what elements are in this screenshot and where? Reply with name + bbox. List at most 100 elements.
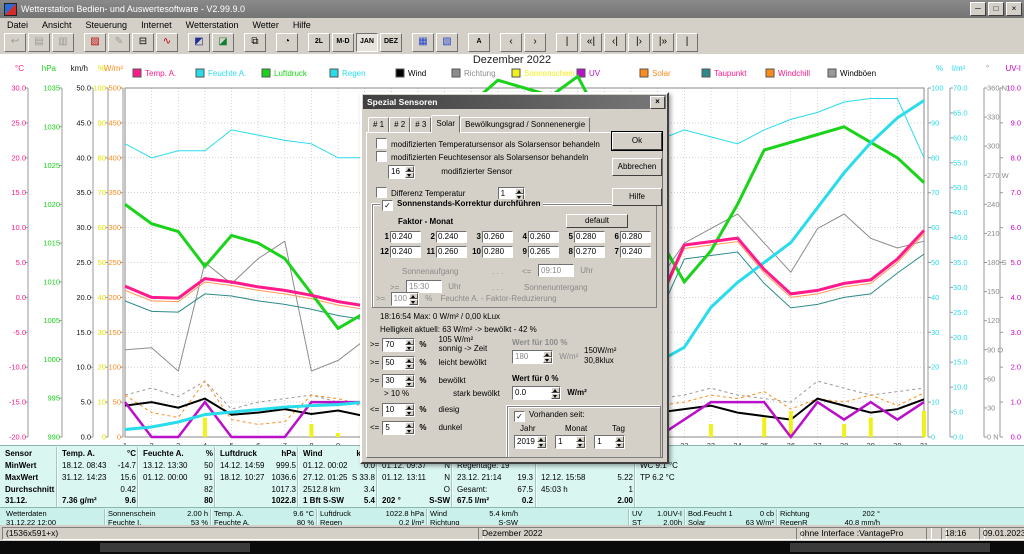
faktor-value-field[interactable]: 0.260 xyxy=(436,246,467,258)
monat-stepper[interactable]: 1 xyxy=(555,435,586,449)
tab-solar[interactable]: Solar xyxy=(431,115,460,133)
menu-item-steuerung[interactable]: Steuerung xyxy=(79,20,135,30)
faktor-value-field[interactable]: 0.240 xyxy=(620,246,651,258)
menu-item-datei[interactable]: Datei xyxy=(0,20,35,30)
mod-sensor-stepper[interactable]: 16 xyxy=(388,165,415,179)
sunrise-dots: . . . xyxy=(492,267,503,276)
toolbar-nav-fast-back-icon[interactable]: «| xyxy=(580,33,602,52)
tab-#-2[interactable]: # 2 xyxy=(389,117,410,133)
faktor-month-number: 8 xyxy=(560,247,573,256)
toolbar-auto-scale-button[interactable]: A xyxy=(468,33,490,52)
toolbar-table-view-icon[interactable]: ▦ xyxy=(412,33,434,52)
faktor-value-field[interactable]: 0.280 xyxy=(482,246,513,258)
table-cell-value: 0.2 xyxy=(457,496,533,505)
wert100-stepper[interactable]: 180 xyxy=(512,350,553,364)
toolbar-chart-colored-icon[interactable]: ◪ xyxy=(212,33,234,52)
tab-#-1[interactable]: # 1 xyxy=(368,117,389,133)
jahr-stepper[interactable]: 2019 xyxy=(514,435,547,449)
toolbar-chart-multi-icon[interactable]: ◩ xyxy=(188,33,210,52)
toolbar-prev-icon[interactable]: ‹ xyxy=(500,33,522,52)
toolbar-range-mm-dd-button[interactable]: M-D xyxy=(332,33,354,52)
toolbar-nav-last-icon[interactable]: | xyxy=(676,33,698,52)
dialog-titlebar[interactable]: Spezial Sensoren xyxy=(363,95,666,109)
sunrise-time-field[interactable]: 09:10 xyxy=(538,264,574,277)
minimize-button[interactable]: ─ xyxy=(970,2,986,16)
help-button[interactable]: Hilfe xyxy=(612,188,662,206)
menu-item-hilfe[interactable]: Hilfe xyxy=(286,20,318,30)
vorhanden-checkbox[interactable]: ✓ xyxy=(514,411,525,422)
toolbar-nav-fast-fwd-icon[interactable]: |» xyxy=(652,33,674,52)
faktor-value-field[interactable]: 0.270 xyxy=(574,246,605,258)
svg-text:80: 80 xyxy=(98,153,106,162)
menu-item-wetter[interactable]: Wetter xyxy=(245,20,285,30)
legend-swatch xyxy=(828,69,836,77)
menu-item-wetterstation[interactable]: Wetterstation xyxy=(179,20,246,30)
faktor-value-field[interactable]: 0.260 xyxy=(482,231,513,243)
svg-text:1035: 1035 xyxy=(43,84,60,93)
dialog-close-icon[interactable]: × xyxy=(650,96,665,109)
faktor-value-field[interactable]: 0.240 xyxy=(390,246,421,258)
mod-feuchte-checkbox[interactable] xyxy=(376,151,387,162)
faktor-value-field[interactable]: 0.260 xyxy=(528,231,559,243)
wert0-stepper[interactable]: 0.0 xyxy=(512,386,561,400)
faktor-value-field[interactable]: 0.265 xyxy=(528,246,559,258)
diff-temp-checkbox[interactable] xyxy=(376,187,387,198)
toolbar-exit-icon[interactable]: ↩ xyxy=(4,33,26,52)
cancel-button[interactable]: Abbrechen xyxy=(612,158,662,176)
feuchte-red-stepper[interactable]: 100 xyxy=(391,292,419,306)
sun-correction-checkbox[interactable]: ✓ xyxy=(382,200,393,211)
menu-item-ansicht[interactable]: Ansicht xyxy=(35,20,79,30)
toolbar-table-chart-icon[interactable]: ▧ xyxy=(436,33,458,52)
svg-text:1015: 1015 xyxy=(43,239,60,248)
tag-stepper[interactable]: 1 xyxy=(594,435,625,449)
tab-bew-lkungsgrad-sonnenenergie[interactable]: Bewölkungsgrad / Sonnenenergie xyxy=(460,117,590,133)
taskbar-item[interactable] xyxy=(790,543,990,552)
cloud-stepper[interactable]: 10 xyxy=(382,403,415,417)
faktor-month-11: 110.260 xyxy=(422,246,468,258)
toolbar-save-all-icon[interactable]: ▥ xyxy=(52,33,74,52)
cloud-stepper[interactable]: 70 xyxy=(382,338,415,352)
toolbar-range-2l-button[interactable]: 2L xyxy=(308,33,330,52)
faktor-value-field[interactable]: 0.240 xyxy=(436,231,467,243)
svg-text:10: 10 xyxy=(931,398,939,407)
ok-button[interactable]: Ok xyxy=(612,132,662,150)
svg-text:1025: 1025 xyxy=(43,161,60,170)
toolbar-range-dez-button[interactable]: DEZ xyxy=(380,33,402,52)
info-divider xyxy=(316,509,318,525)
wert0-row: 0.0 W/m² xyxy=(512,386,587,400)
table-cell-value: 999.5 xyxy=(220,461,296,470)
menu-item-internet[interactable]: Internet xyxy=(134,20,179,30)
table-col-unit: °C xyxy=(62,449,136,458)
toolbar-chart-view-icon[interactable]: ▨ xyxy=(84,33,106,52)
toolbar-edit-icon[interactable]: ✎ xyxy=(108,33,130,52)
toolbar-curve-icon[interactable]: ∿ xyxy=(156,33,178,52)
jahr-label: Jahr xyxy=(520,424,536,433)
toolbar-nav-fwd-icon[interactable]: |› xyxy=(628,33,650,52)
default-button[interactable]: default xyxy=(566,214,628,228)
svg-text:20: 20 xyxy=(98,363,106,372)
toolbar-save-icon[interactable]: ▤ xyxy=(28,33,50,52)
svg-text:30: 30 xyxy=(98,328,106,337)
close-button[interactable]: × xyxy=(1006,2,1022,16)
toolbar-copy-icon[interactable]: ⧉ xyxy=(244,33,266,52)
info-bar: Wetterdaten31.12.22 12:00Sonnenschein2.0… xyxy=(0,507,1024,526)
toolbar-clock-icon[interactable]: ◔ xyxy=(276,33,298,52)
cloud-stepper[interactable]: 5 xyxy=(382,421,415,435)
faktor-value-field[interactable]: 0.240 xyxy=(390,231,421,243)
toolbar-range-jan-button[interactable]: JAN xyxy=(356,33,378,52)
status-panel-5: 09.01.2023 xyxy=(979,527,1024,540)
toolbar-next-icon[interactable]: › xyxy=(524,33,546,52)
mod-temp-checkbox[interactable] xyxy=(376,138,387,149)
cloud-row-3: > 10 %stark bewölkt xyxy=(370,389,500,398)
cloud-stepper[interactable]: 30 xyxy=(382,374,415,388)
maximize-button[interactable]: □ xyxy=(988,2,1004,16)
faktor-value-field[interactable]: 0.280 xyxy=(574,231,605,243)
tab-#-3[interactable]: # 3 xyxy=(410,117,431,133)
toolbar-nav-first-icon[interactable]: | xyxy=(556,33,578,52)
toolbar-print-icon[interactable]: ⊟ xyxy=(132,33,154,52)
table-cell-value: 3.4 xyxy=(303,485,375,494)
toolbar-nav-back-icon[interactable]: ‹| xyxy=(604,33,626,52)
faktor-value-field[interactable]: 0.280 xyxy=(620,231,651,243)
cloud-stepper[interactable]: 50 xyxy=(382,356,415,370)
taskbar-item[interactable] xyxy=(100,543,250,552)
